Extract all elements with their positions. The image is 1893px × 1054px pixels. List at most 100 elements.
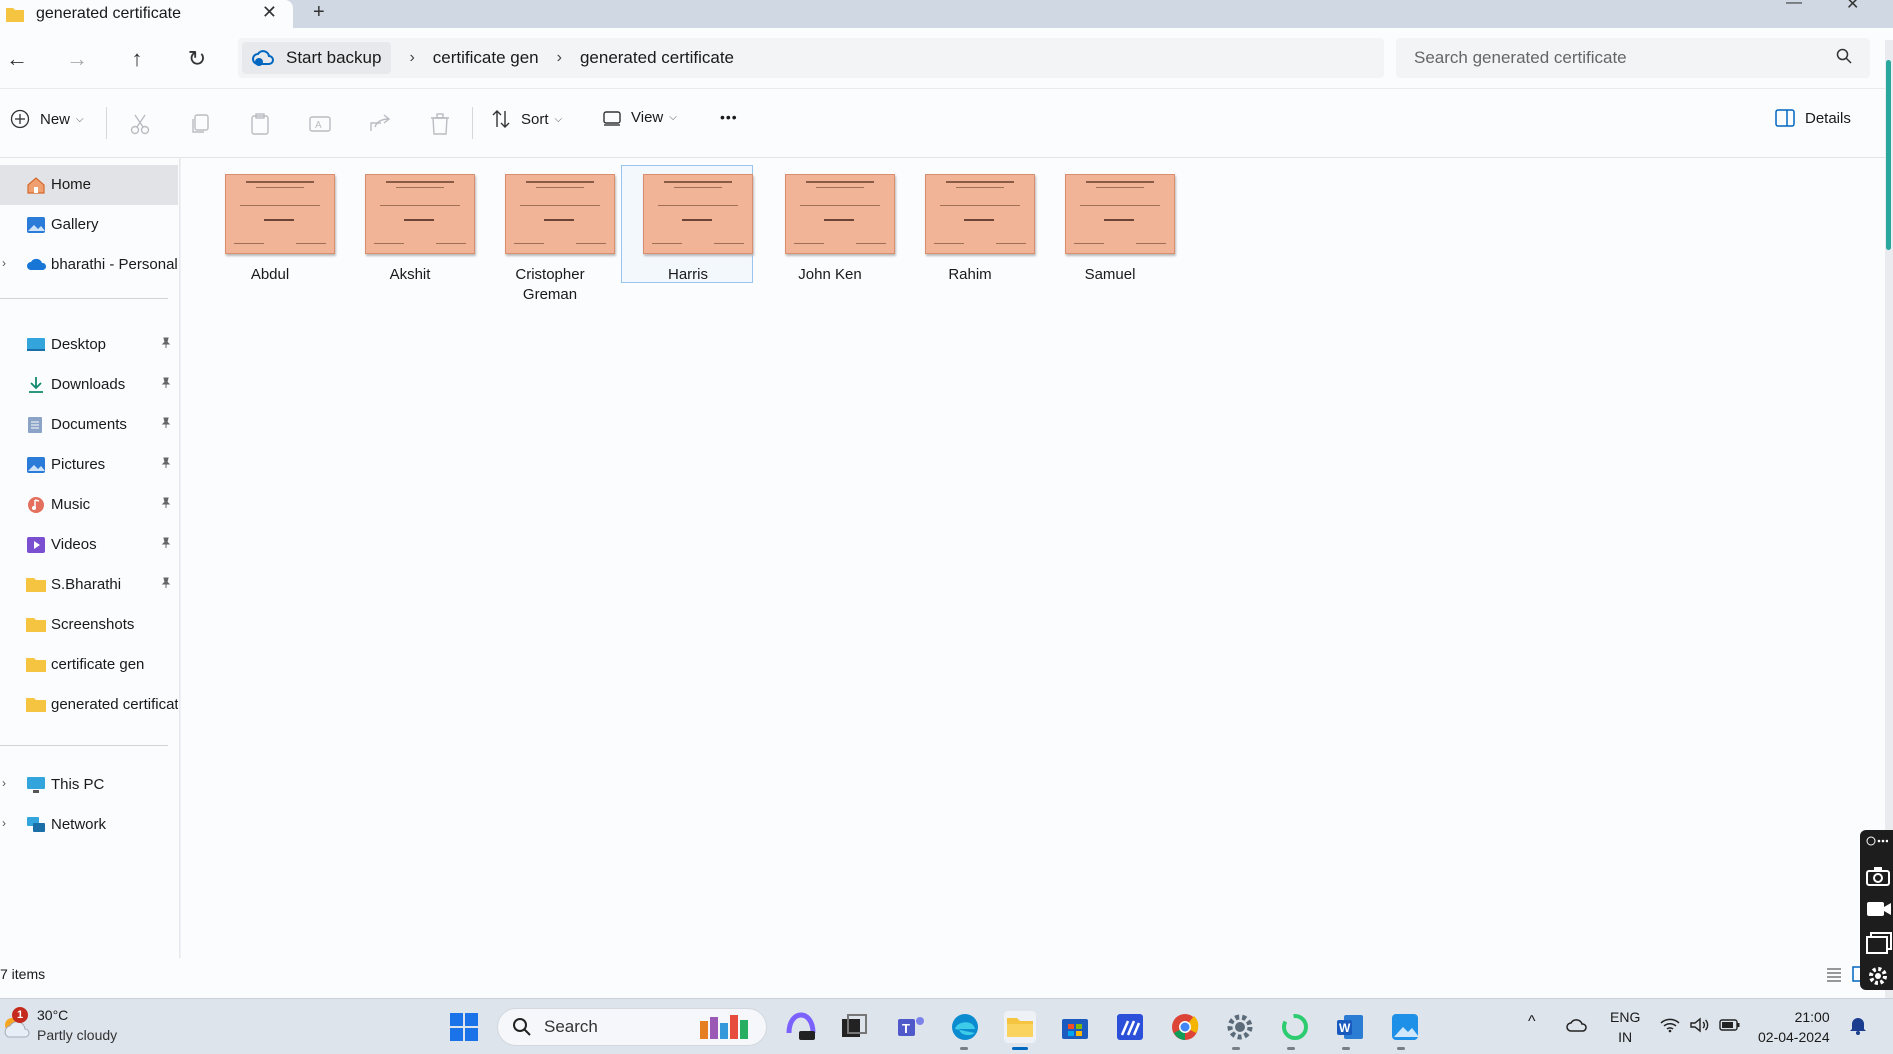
battery-icon[interactable] [1719, 1017, 1741, 1033]
sidebar-item-this-pc[interactable]: › This PC [0, 765, 178, 805]
pin-icon[interactable] [160, 457, 172, 469]
store-icon[interactable] [1059, 1011, 1091, 1043]
window-capture-icon[interactable] [1866, 932, 1892, 954]
share-icon[interactable] [367, 111, 393, 137]
video-record-icon[interactable] [1866, 900, 1892, 918]
sidebar-item-documents[interactable]: Documents [0, 405, 178, 445]
list-view-icon[interactable] [1826, 966, 1842, 982]
taskbar-search[interactable]: Search [497, 1008, 767, 1046]
file-item[interactable]: Abdul [204, 166, 336, 284]
file-item[interactable]: Akshit [344, 166, 476, 284]
sort-button[interactable]: Sort ⌵ [491, 109, 562, 129]
clock[interactable]: 21:00 02-04-2024 [1758, 1007, 1830, 1047]
input-language[interactable]: ENG IN [1610, 1007, 1640, 1047]
up-button[interactable]: ↑ [122, 44, 152, 74]
pin-icon[interactable] [160, 537, 172, 549]
volume-icon[interactable] [1690, 1017, 1710, 1033]
chevron-down-icon: ⌵ [76, 113, 84, 125]
sidebar-item-screenshots[interactable]: Screenshots [0, 605, 178, 645]
downloads-icon [29, 377, 43, 393]
sidebar-item-label: Desktop [51, 336, 107, 353]
breadcrumb-separator[interactable]: › [557, 49, 562, 67]
app-icon[interactable] [1114, 1011, 1146, 1043]
photos-icon[interactable] [1389, 1011, 1421, 1043]
expand-chevron-icon[interactable]: › [2, 256, 6, 270]
file-item-selected[interactable]: Harris [621, 165, 753, 283]
sidebar-item-videos[interactable]: Videos [0, 525, 178, 565]
loading-app-icon[interactable] [1279, 1011, 1311, 1043]
breadcrumb-separator[interactable]: › [409, 49, 414, 67]
scrollbar-thumb[interactable] [1886, 60, 1891, 250]
start-button-icon[interactable] [448, 1011, 480, 1043]
start-backup-button[interactable]: Start backup [242, 42, 392, 74]
pin-icon[interactable] [160, 417, 172, 429]
sidebar-item-gallery[interactable]: Gallery [0, 205, 178, 245]
search-highlight-icon [700, 1015, 748, 1039]
new-button[interactable]: New ⌵ [10, 109, 84, 129]
sidebar-item-label: Documents [51, 416, 127, 433]
expand-chevron-icon[interactable]: › [2, 816, 6, 830]
more-options-button[interactable]: ••• [720, 109, 738, 125]
refresh-button[interactable]: ↻ [182, 44, 212, 74]
wifi-icon[interactable] [1660, 1017, 1680, 1033]
task-view-icon[interactable] [838, 1011, 870, 1043]
show-hidden-icons-button[interactable]: ^ [1528, 1013, 1536, 1031]
minimize-button[interactable]: — [1786, 0, 1802, 12]
file-item[interactable]: John Ken [764, 166, 896, 284]
camera-icon[interactable] [1866, 866, 1890, 886]
tab-close-button[interactable]: ✕ [262, 2, 277, 23]
details-button[interactable]: Details [1775, 109, 1851, 127]
paste-icon[interactable] [247, 111, 273, 137]
close-window-button[interactable]: ✕ [1846, 0, 1859, 14]
search-input[interactable] [1414, 48, 1834, 68]
rename-icon[interactable]: A [307, 111, 333, 137]
breadcrumb[interactable]: Start backup › certificate gen › generat… [238, 38, 1384, 78]
pin-icon[interactable] [160, 497, 172, 509]
documents-icon [28, 417, 42, 433]
home-icon [27, 177, 45, 194]
notification-bell-icon[interactable] [1849, 1015, 1867, 1035]
forward-button[interactable]: → [62, 44, 92, 74]
cut-icon[interactable] [127, 111, 153, 137]
pin-icon[interactable] [160, 377, 172, 389]
breadcrumb-certificate-gen[interactable]: certificate gen [433, 48, 539, 68]
sidebar-item-desktop[interactable]: Desktop [0, 325, 178, 365]
back-button[interactable]: ← [2, 44, 32, 74]
settings-icon[interactable] [1224, 1011, 1256, 1043]
view-button[interactable]: View ⌵ [603, 109, 677, 126]
file-item[interactable]: Rahim [904, 166, 1036, 284]
gear-icon[interactable] [1866, 964, 1890, 988]
breadcrumb-generated-certificate[interactable]: generated certificate [580, 48, 734, 68]
sidebar-item-certificate-gen[interactable]: certificate gen [0, 645, 178, 685]
file-item[interactable]: Samuel [1044, 166, 1176, 284]
pin-icon[interactable] [160, 337, 172, 349]
tab-generated-certificate[interactable]: generated certificate ✕ [0, 0, 293, 28]
active-indicator [1012, 1047, 1028, 1050]
file-explorer-icon[interactable] [1004, 1011, 1036, 1043]
copy-icon[interactable] [187, 111, 213, 137]
sidebar-item-generated-certificate[interactable]: generated certificat [0, 685, 178, 725]
sidebar-item-pictures[interactable]: Pictures [0, 445, 178, 485]
svg-text:W: W [1339, 1021, 1351, 1035]
copilot-icon[interactable] [785, 1011, 817, 1043]
delete-icon[interactable] [427, 111, 453, 137]
teams-icon[interactable]: T [895, 1011, 927, 1043]
onedrive-tray-icon[interactable] [1565, 1017, 1589, 1033]
new-tab-button[interactable]: + [313, 1, 325, 24]
sidebar-item-sbharathi[interactable]: S.Bharathi [0, 565, 178, 605]
sidebar-item-onedrive[interactable]: › bharathi - Personal [0, 245, 178, 285]
pin-icon[interactable] [160, 577, 172, 589]
chevron-down-icon: ⌵ [554, 113, 563, 125]
edge-icon[interactable] [949, 1011, 981, 1043]
search-box[interactable] [1396, 38, 1870, 78]
snip-menu-icon[interactable] [1866, 834, 1888, 848]
word-icon[interactable]: W [1334, 1011, 1366, 1043]
sidebar-item-network[interactable]: › Network [0, 805, 178, 845]
sidebar-item-music[interactable]: Music [0, 485, 178, 525]
expand-chevron-icon[interactable]: › [2, 776, 6, 790]
sidebar-item-home[interactable]: Home [0, 165, 178, 205]
sidebar-item-downloads[interactable]: Downloads [0, 365, 178, 405]
chrome-icon[interactable] [1169, 1011, 1201, 1043]
file-item[interactable]: Cristopher Greman [484, 166, 616, 303]
chevron-down-icon: ⌵ [669, 112, 677, 123]
